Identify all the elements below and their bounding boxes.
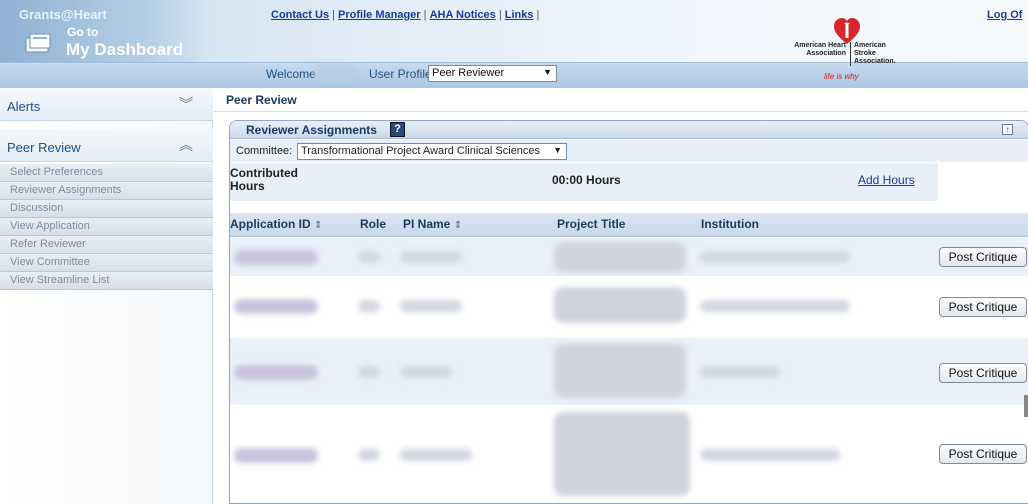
scrollbar-thumb[interactable] <box>1024 395 1028 417</box>
institution-redacted <box>700 366 780 378</box>
top-links: Contact Us | Profile Manager | AHA Notic… <box>271 9 540 21</box>
table-row: Post Critique <box>230 406 1028 503</box>
expand-icon[interactable]: ︾ <box>179 94 193 114</box>
table-row: Post Critique <box>230 338 1028 405</box>
post-critique-button[interactable]: Post Critique <box>939 297 1027 317</box>
project-title-redacted <box>554 344 686 398</box>
project-title-redacted <box>554 287 686 323</box>
aha-logo: American Heart Association American Stro… <box>794 16 904 84</box>
committee-label: Committee: <box>236 145 293 157</box>
pi-name-redacted <box>400 449 472 461</box>
profile-label: User Profile <box>369 67 432 81</box>
hours-spacer <box>938 163 1028 201</box>
aha-stroke-text: American Stroke Association. <box>850 42 905 66</box>
panel-header: Reviewer Assignments ? ↑ <box>230 121 1028 139</box>
help-icon[interactable]: ? <box>390 122 405 137</box>
role-redacted <box>358 366 380 378</box>
page-title: Peer Review <box>226 93 297 107</box>
application-id-redacted <box>234 250 318 265</box>
panel-collapse-icon[interactable]: ↑ <box>1002 124 1013 135</box>
dashboard-link-area[interactable]: Grants@Heart Go to My Dashboard <box>0 0 213 66</box>
col-pi-name-label: PI Name <box>403 217 451 231</box>
peer-review-label: Peer Review <box>7 140 81 155</box>
table-header: Application ID ⇕ Role PI Name ⇕ Project … <box>230 213 1028 237</box>
sidebar-item-refer-reviewer[interactable]: Refer Reviewer <box>0 236 213 254</box>
sidebar-item-discussion[interactable]: Discussion <box>0 200 213 218</box>
sidebar-item-reviewer-assignments[interactable]: Reviewer Assignments <box>0 182 213 200</box>
contributed-hours-text: Contributed Hours <box>230 166 298 193</box>
collapse-icon[interactable]: ︽ <box>179 135 193 155</box>
main-content: Peer Review Reviewer Assignments ? ↑ Com… <box>214 88 1028 504</box>
institution-redacted <box>700 449 840 461</box>
aha-heart-text: American Heart Association <box>794 42 846 57</box>
sidebar-item-view-streamline-list[interactable]: View Streamline List <box>0 272 213 290</box>
sidebar-menu: Select Preferences Reviewer Assignments … <box>0 164 213 290</box>
header: Grants@Heart Go to My Dashboard Contact … <box>0 0 1028 88</box>
profile-select-value: Peer Reviewer <box>432 67 505 79</box>
institution-redacted <box>700 300 850 312</box>
committee-select[interactable]: Transformational Project Award Clinical … <box>297 143 567 160</box>
col-role: Role <box>360 217 387 231</box>
panel-title: Reviewer Assignments <box>246 123 377 137</box>
sidebar-item-view-application[interactable]: View Application <box>0 218 213 236</box>
my-dashboard-link[interactable]: My Dashboard <box>66 40 183 60</box>
page: Grants@Heart Go to My Dashboard Contact … <box>0 0 1028 504</box>
committee-row: Committee: Transformational Project Awar… <box>230 140 1028 162</box>
profile-select[interactable]: Peer Reviewer ▼ <box>428 65 557 82</box>
logout-link[interactable]: Log Of <box>987 9 1022 21</box>
col-institution: Institution <box>701 217 759 231</box>
sidebar-item-view-committee[interactable]: View Committee <box>0 254 213 272</box>
pi-name-redacted <box>400 366 452 378</box>
col-project-title: Project Title <box>557 217 626 231</box>
post-critique-button[interactable]: Post Critique <box>939 444 1027 464</box>
dashboard-icon <box>25 33 51 53</box>
sidebar: Alerts ︾ Peer Review ︽ Select Preference… <box>0 88 213 504</box>
contact-us-link[interactable]: Contact Us <box>271 9 329 21</box>
project-title-redacted <box>554 242 686 272</box>
role-redacted <box>358 300 380 312</box>
table-row: Post Critique <box>230 277 1028 337</box>
aha-tagline: life is why <box>824 72 859 81</box>
sort-icon[interactable]: ⇕ <box>454 220 462 231</box>
user-name-redacted <box>314 64 358 81</box>
sidebar-item-select-preferences[interactable]: Select Preferences <box>0 164 213 182</box>
contributed-hours-row: Contributed Hours 00:00 Hours Add Hours <box>230 163 1028 201</box>
alerts-label: Alerts <box>7 99 41 114</box>
post-critique-button[interactable]: Post Critique <box>939 247 1027 267</box>
post-critique-button[interactable]: Post Critique <box>939 363 1027 383</box>
links-link[interactable]: Links <box>505 9 534 21</box>
contributed-hours-label: Contributed Hours <box>230 167 310 193</box>
reviewer-assignments-panel: Reviewer Assignments ? ↑ Committee: Tran… <box>229 120 1028 504</box>
dropdown-arrow-icon: ▼ <box>543 67 552 77</box>
contributed-hours-value: 00:00 Hours <box>552 173 621 187</box>
role-redacted <box>358 449 380 461</box>
pi-name-redacted <box>400 300 462 312</box>
sort-icon[interactable]: ⇕ <box>314 220 322 231</box>
dropdown-arrow-icon: ▼ <box>553 145 562 155</box>
pi-name-redacted <box>400 251 462 263</box>
goto-label: Go to <box>67 25 99 39</box>
sidebar-section-alerts[interactable]: Alerts ︾ <box>0 88 213 121</box>
project-title-redacted <box>554 412 690 496</box>
application-id-redacted <box>234 448 318 463</box>
sidebar-section-peer-review[interactable]: Peer Review ︽ <box>0 129 213 162</box>
table-row: Post Critique <box>230 238 1028 276</box>
committee-select-value: Transformational Project Award Clinical … <box>301 145 541 157</box>
col-application-id[interactable]: Application ID ⇕ <box>230 217 322 231</box>
aha-notices-link[interactable]: AHA Notices <box>430 9 496 21</box>
welcome-label: Welcome <box>266 67 316 81</box>
role-redacted <box>358 251 380 263</box>
profile-manager-link[interactable]: Profile Manager <box>338 9 421 21</box>
add-hours-link[interactable]: Add Hours <box>858 173 915 187</box>
application-id-redacted <box>234 299 318 314</box>
application-id-redacted <box>234 365 318 380</box>
institution-redacted <box>700 251 850 263</box>
page-title-bar: Peer Review <box>214 88 1028 112</box>
col-application-id-label: Application ID <box>230 217 311 231</box>
brand-title: Grants@Heart <box>19 7 107 22</box>
col-pi-name[interactable]: PI Name ⇕ <box>403 217 462 231</box>
